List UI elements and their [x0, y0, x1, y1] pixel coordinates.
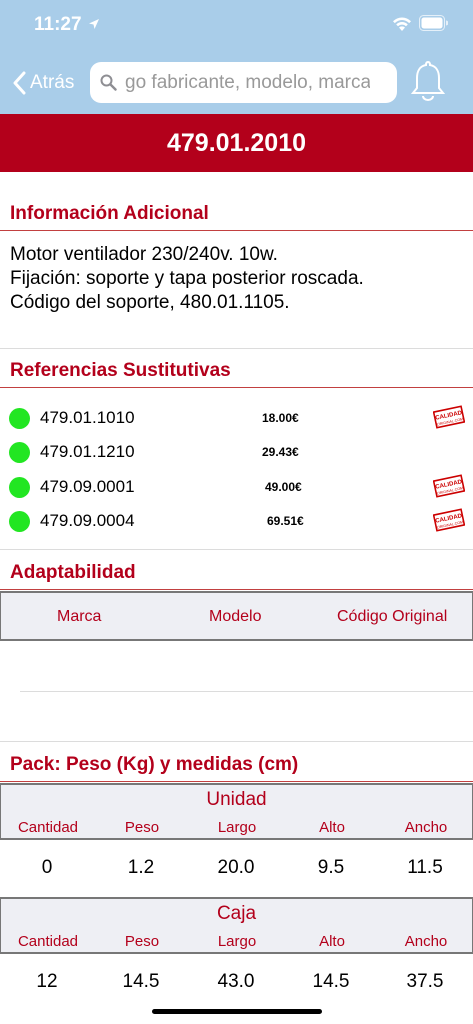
battery-icon: [419, 15, 448, 31]
pack-col-alto: Alto: [319, 819, 345, 836]
info-line: Código del soporte, 480.01.1105.: [10, 292, 290, 313]
availability-dot: [9, 408, 30, 429]
pack-caja-header: Caja Cantidad Peso Largo Alto Ancho: [0, 897, 473, 954]
pack-col-cantidad: Cantidad: [17, 933, 79, 950]
reference-price: 69.51€: [267, 514, 304, 528]
reference-code: 479.01.1010: [40, 408, 135, 427]
availability-dot: [9, 511, 30, 532]
back-button[interactable]: Atrás: [12, 66, 74, 100]
availability-dot: [9, 477, 30, 498]
pack-col-largo: Largo: [217, 933, 257, 950]
adapt-col-modelo: Modelo: [209, 608, 262, 625]
pack-value: 11.5: [407, 857, 443, 878]
reference-row[interactable]: 479.01.1010 18.00€ CALIDAD ORIGINAL.COM: [0, 401, 473, 435]
pack-col-peso: Peso: [124, 819, 160, 836]
adapt-col-codigo: Código Original: [337, 608, 448, 625]
search-box[interactable]: [90, 62, 397, 103]
location-arrow-icon: [89, 19, 99, 29]
reference-code: 479.09.0004: [40, 511, 135, 530]
pack-group-title: Unidad: [206, 789, 267, 810]
pack-value: 43.0: [217, 971, 255, 992]
info-text: Motor ventilador 230/240v. 10w. Fijación…: [10, 243, 364, 315]
info-section-header: Información Adicional: [0, 201, 473, 231]
divider: [0, 549, 473, 550]
product-title-bar: 479.01.2010: [0, 114, 473, 172]
pack-value: 20.0: [217, 857, 255, 878]
reference-code: 479.01.1210: [40, 442, 135, 461]
info-line: Fijación: soporte y tapa posterior rosca…: [10, 268, 364, 289]
wifi-icon: [393, 17, 411, 31]
info-line: Motor ventilador 230/240v. 10w.: [10, 244, 278, 265]
pack-col-ancho: Ancho: [404, 933, 448, 950]
pack-col-cantidad: Cantidad: [17, 819, 79, 836]
adapt-col-marca: Marca: [57, 608, 102, 625]
pack-col-peso: Peso: [124, 933, 160, 950]
adapt-header-label: Adaptabilidad: [10, 562, 136, 583]
pack-value: 12: [36, 971, 58, 992]
calidad-original-badge-icon: CALIDADORIGINAL.COM: [433, 508, 465, 532]
home-indicator[interactable]: [152, 1009, 322, 1014]
adapt-section-header: Adaptabilidad: [0, 560, 473, 590]
reference-code: 479.09.0001: [40, 477, 135, 496]
reference-row[interactable]: 479.01.1210 29.43€: [0, 435, 473, 469]
reference-price: 49.00€: [265, 480, 302, 494]
reference-price: 29.43€: [262, 445, 299, 459]
search-icon: [100, 74, 117, 91]
pack-value: 37.5: [406, 971, 444, 992]
product-title: 479.01.2010: [166, 128, 307, 157]
divider: [0, 741, 473, 742]
pack-unidad-header: Unidad Cantidad Peso Largo Alto Ancho: [0, 783, 473, 840]
pack-value: 9.5: [317, 857, 345, 878]
pack-col-ancho: Ancho: [404, 819, 448, 836]
adapt-table-header: Marca Modelo Código Original: [0, 591, 473, 641]
pack-value: 14.5: [122, 971, 160, 992]
bell-icon[interactable]: [411, 60, 445, 102]
pack-value: 14.5: [312, 971, 350, 992]
pack-section-header: Pack: Peso (Kg) y medidas (cm): [0, 752, 473, 782]
info-header-label: Información Adicional: [10, 203, 209, 224]
search-input[interactable]: [125, 71, 370, 94]
reference-row[interactable]: 479.09.0004 69.51€ CALIDAD ORIGINAL.COM: [0, 504, 473, 538]
reference-row[interactable]: 479.09.0001 49.00€ CALIDAD ORIGINAL.COM: [0, 470, 473, 504]
pack-col-largo: Largo: [217, 819, 257, 836]
navigation-bar: 11:27 Atrás: [0, 0, 473, 114]
availability-dot: [9, 442, 30, 463]
reference-price: 18.00€: [262, 411, 299, 425]
divider: [20, 691, 473, 692]
calidad-original-badge-icon: CALIDADORIGINAL.COM: [433, 474, 465, 498]
pack-col-alto: Alto: [319, 933, 345, 950]
references-header-label: Referencias Sustitutivas: [10, 360, 231, 381]
chevron-left-icon: [13, 71, 26, 95]
pack-header-label: Pack: Peso (Kg) y medidas (cm): [10, 754, 299, 775]
status-time: 11:27: [34, 14, 82, 35]
calidad-original-badge-icon: CALIDADORIGINAL.COM: [433, 405, 465, 429]
pack-value: 1.2: [127, 857, 155, 878]
references-section-header: Referencias Sustitutivas: [0, 358, 473, 388]
pack-group-title: Caja: [216, 903, 257, 924]
back-label: Atrás: [30, 72, 75, 93]
pack-value: 0: [41, 857, 53, 878]
divider: [0, 348, 473, 349]
